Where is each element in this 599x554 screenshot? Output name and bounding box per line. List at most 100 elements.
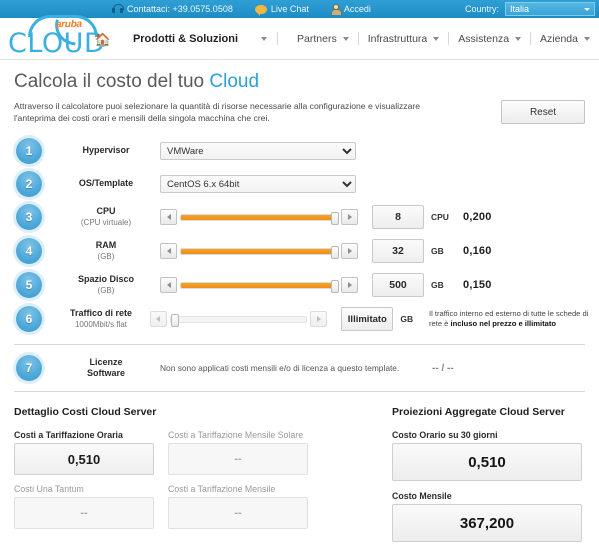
config-row-cpu: 3 CPU (CPU virtuale) 8 CPU 0,200: [0, 200, 599, 234]
slider-handle: [170, 313, 179, 327]
disk-slider[interactable]: [160, 277, 358, 293]
row-label-main: RAM: [95, 240, 117, 250]
step-badge: 1: [16, 137, 42, 164]
summary-section: Dettaglio Costi Cloud Server Costi a Tar…: [0, 392, 599, 552]
slider-decrement-button[interactable]: [160, 277, 177, 293]
os-template-select[interactable]: CentOS 6.x 64bit: [160, 175, 356, 194]
disk-value-box[interactable]: 500: [372, 273, 424, 297]
slider-increment-button[interactable]: [341, 243, 358, 259]
slider-increment-button[interactable]: [341, 277, 358, 293]
intro-text: Attraverso il calcolatore puoi seleziona…: [14, 101, 421, 123]
site-header: aruba CLOUD 🏠 Prodotti & Soluzioni Partn…: [0, 14, 599, 60]
projection-costo-orario-30-giorni: Costo Orario su 30 giorni 0,510: [392, 430, 582, 481]
row-label-sub: 1000Mbit/s flat: [74, 320, 127, 329]
config-row-ram: 4 RAM (GB) 32 GB 0,160: [0, 234, 599, 268]
cost-value: --: [14, 497, 154, 529]
chevron-down-icon: [342, 36, 349, 41]
slider-decrement-button[interactable]: [160, 209, 177, 225]
slider-increment-button: [310, 311, 328, 327]
page-title: Calcola il costo del tuo Cloud: [14, 70, 585, 94]
projection-label: Costo Mensile: [392, 491, 452, 501]
country-selector-group: Country: Italia: [465, 0, 595, 18]
page-title-highlight: Cloud: [209, 71, 260, 92]
row-label: Spazio Disco (GB): [58, 274, 154, 296]
contact-link[interactable]: Contattaci: +39.0575.0508: [112, 4, 233, 14]
config-row-hypervisor: 1 Hypervisor VMWare: [0, 134, 599, 167]
cpu-slider[interactable]: [160, 209, 358, 225]
projection-value: 367,200: [392, 504, 582, 542]
headset-icon: [112, 4, 124, 14]
cpu-value-box[interactable]: 8: [372, 205, 424, 229]
network-note-bold: incluso nel prezzo e illimitato: [450, 319, 557, 328]
step-badge: 5: [16, 272, 42, 298]
projection-label: Costo Orario su 30 giorni: [392, 430, 498, 440]
chevron-down-icon[interactable]: [261, 36, 268, 41]
slider-track[interactable]: [180, 245, 339, 259]
nav-label: Assistenza: [458, 32, 510, 45]
dettaglio-costi-title: Dettaglio Costi Cloud Server: [14, 406, 157, 418]
slider-increment-button[interactable]: [341, 209, 358, 225]
arrow-right-icon: [316, 316, 321, 322]
country-label: Country:: [464, 4, 499, 14]
nav-item-assistenza[interactable]: Assistenza: [449, 33, 530, 45]
chat-bubble-icon: [254, 4, 267, 16]
projection-costo-mensile: Costo Mensile 367,200: [392, 491, 582, 542]
row-label-sub: Software: [86, 368, 125, 378]
slider-handle[interactable]: [331, 211, 339, 225]
top-utility-bar: Contattaci: +39.0575.0508 Live Chat Acce…: [0, 0, 599, 18]
slider-track: [169, 313, 308, 327]
network-unit: GB: [400, 314, 414, 324]
licenze-value: -- / --: [432, 362, 454, 374]
nav-item-partners[interactable]: Partners: [288, 33, 358, 45]
cost-cell-tariffazione-mensile: Costi a Tariffazione Mensile --: [168, 484, 308, 529]
aruba-cloud-logo[interactable]: aruba CLOUD: [4, 14, 105, 60]
cost-value: 0,510: [14, 443, 154, 475]
user-icon: [330, 3, 342, 15]
ram-slider[interactable]: [160, 243, 358, 259]
os-template-control: CentOS 6.x 64bit: [160, 174, 356, 194]
page-title-wrap: Calcola il costo del tuo Cloud: [0, 60, 599, 94]
disk-price: 0,150: [463, 279, 492, 291]
arrow-right-icon: [347, 214, 352, 220]
row-label-main: Traffico di rete: [69, 308, 132, 318]
country-select[interactable]: Italia: [505, 2, 595, 16]
live-chat-label: Live Chat: [270, 4, 309, 14]
arrow-right-icon: [347, 282, 352, 288]
slider-track[interactable]: [180, 211, 339, 225]
licenze-description: Non sono applicati costi mensili e/o di …: [160, 363, 400, 373]
home-icon[interactable]: 🏠: [95, 32, 111, 48]
login-link[interactable]: Accedi: [330, 3, 371, 15]
nav-item-azienda[interactable]: Azienda: [531, 33, 599, 45]
chevron-down-icon: [584, 36, 590, 41]
ram-unit: GB: [431, 246, 444, 256]
config-row-network-traffic: 6 Traffico di rete 1000Mbit/s flat Illim…: [0, 302, 599, 336]
slider-decrement-button[interactable]: [160, 243, 177, 259]
cost-cell-tariffazione-mensile-solare: Costi a Tariffazione Mensile Solare --: [168, 430, 308, 475]
hypervisor-select[interactable]: VMWare: [160, 142, 356, 161]
proiezioni-aggregate-panel: Proiezioni Aggregate Cloud Server Costo …: [392, 406, 582, 552]
nav-item-prodotti-soluzioni[interactable]: Prodotti & Soluzioni: [133, 33, 247, 45]
hypervisor-control: VMWare: [160, 141, 356, 161]
nav-item-infrastruttura[interactable]: Infrastruttura: [359, 33, 449, 45]
reset-button[interactable]: Reset: [501, 100, 585, 124]
row-label-sub: (CPU virtuale): [80, 218, 132, 227]
slider-handle[interactable]: [331, 279, 339, 293]
row-label-sub: (GB): [97, 252, 115, 261]
slider-handle[interactable]: [331, 245, 339, 259]
slider-track[interactable]: [180, 279, 339, 293]
arrow-left-icon: [166, 214, 171, 220]
page-root: Contattaci: +39.0575.0508 Live Chat Acce…: [0, 0, 599, 554]
config-row-licenze-software: 7 Licenze Software Non sono applicati co…: [0, 351, 599, 385]
contact-label: Contattaci: +39.0575.0508: [127, 4, 233, 14]
chevron-down-icon: [515, 36, 522, 41]
cpu-unit: CPU: [431, 212, 449, 222]
slider-fill: [181, 214, 337, 220]
row-label: Traffico di rete 1000Mbit/s flat: [58, 308, 144, 330]
row-label-sub: (GB): [97, 286, 115, 295]
configurator: 1 Hypervisor VMWare 2 OS/Template CentOS…: [0, 134, 599, 392]
live-chat-link[interactable]: Live Chat: [254, 4, 309, 16]
ram-value-box[interactable]: 32: [372, 239, 424, 263]
row-label: OS/Template: [78, 178, 134, 188]
row-label: CPU (CPU virtuale): [58, 206, 154, 228]
network-note-line1: Il traffico interno ed esterno di tutte …: [428, 309, 554, 318]
